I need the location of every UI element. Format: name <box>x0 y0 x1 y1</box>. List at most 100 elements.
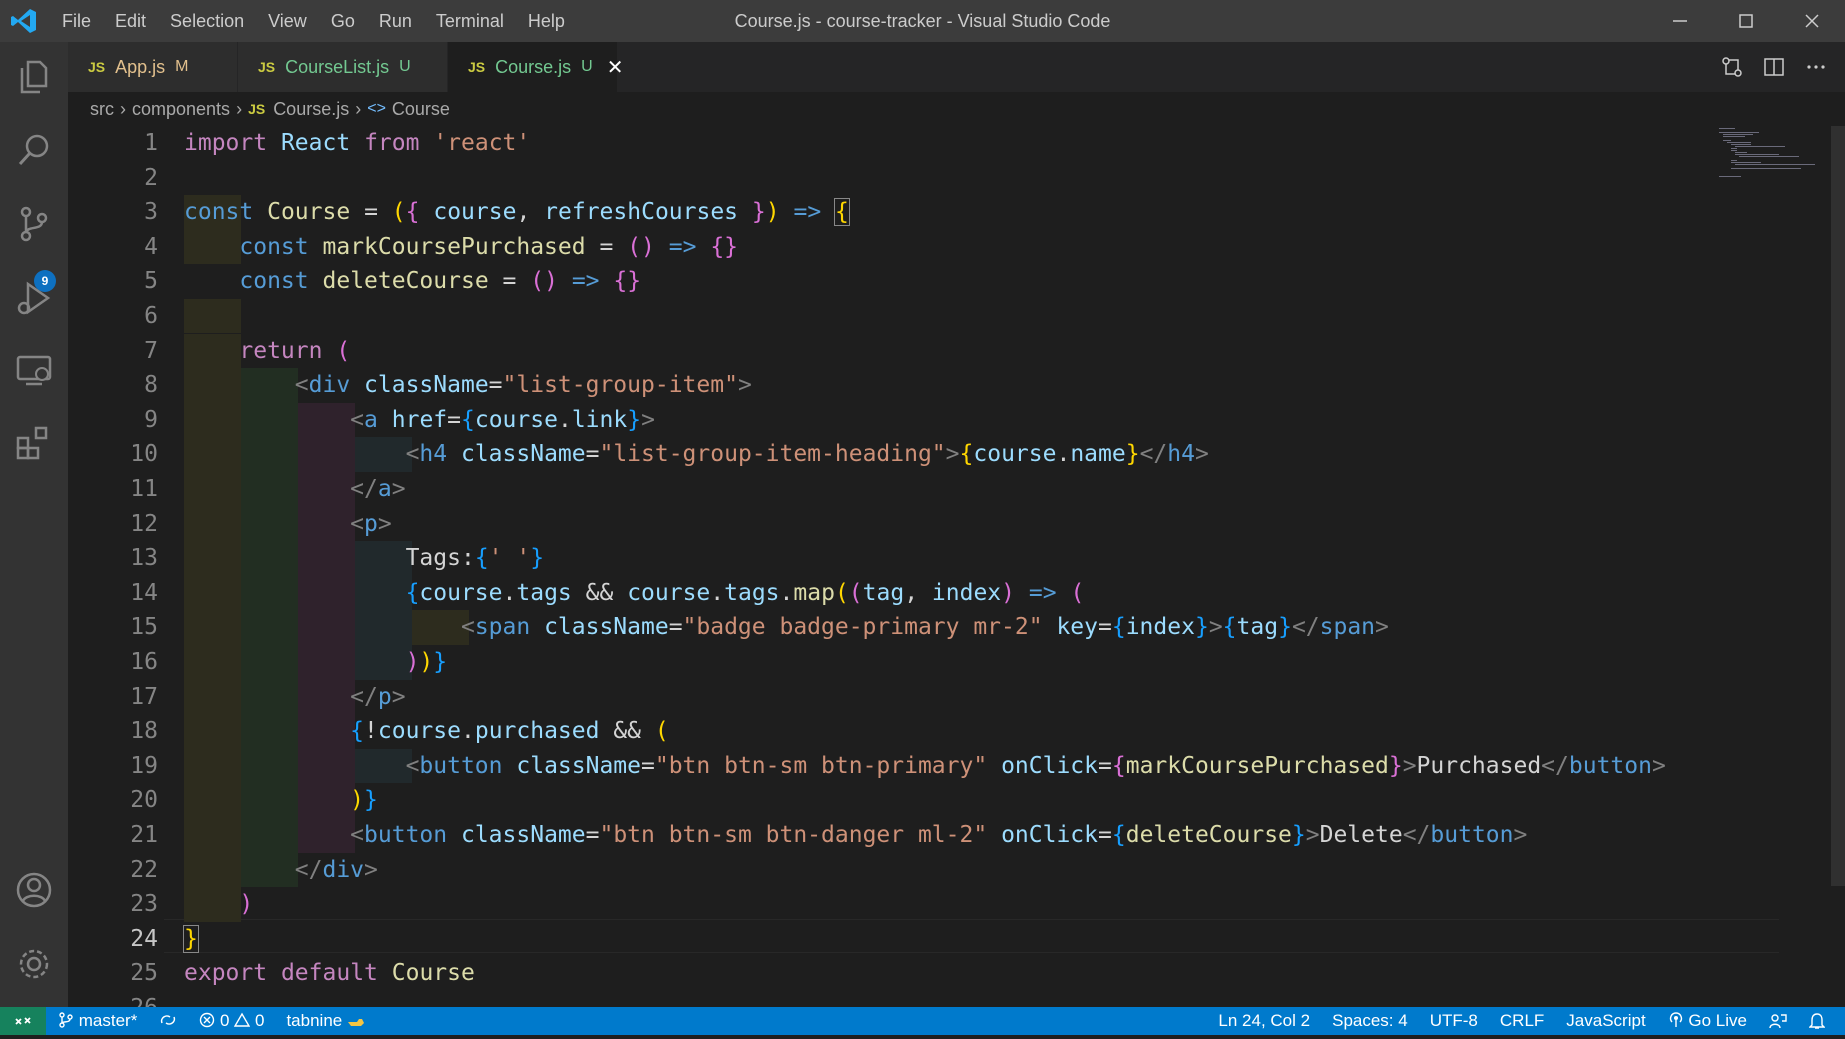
breadcrumb: src › components › JS Course.js › <> Cou… <box>90 92 450 126</box>
chevron-right-icon: › <box>120 99 126 119</box>
code-line-1: import React from 'react' <box>184 130 531 156</box>
line-number: 15 <box>130 614 158 641</box>
js-file-icon: JS <box>88 59 106 75</box>
js-file-icon: JS <box>248 101 266 117</box>
line-number: 20 <box>130 787 158 814</box>
bell-icon[interactable] <box>1809 1012 1825 1030</box>
breadcrumb-file[interactable]: Course.js <box>273 92 349 126</box>
code-line-18: {!course.purchased && ( <box>350 718 669 745</box>
files-icon <box>20 60 48 94</box>
scrollbar-thumb[interactable] <box>1831 126 1845 886</box>
line-number: 21 <box>130 822 158 848</box>
error-count: 0 <box>220 1011 230 1030</box>
window-controls <box>1647 0 1845 42</box>
tab-label: CourseList.js <box>285 56 390 77</box>
code-line-23: ) <box>239 891 254 918</box>
cursor-position[interactable]: Ln 24, Col 2 <box>1218 1007 1310 1035</box>
line-number: 23 <box>130 891 158 918</box>
line-number: 18 <box>130 718 158 745</box>
explorer-button[interactable] <box>14 56 54 96</box>
line-number: 8 <box>144 372 158 399</box>
menu-terminal[interactable]: Terminal <box>424 0 516 42</box>
sync-icon <box>161 1015 176 1025</box>
broadcast-icon <box>1669 1012 1682 1027</box>
close-window-button[interactable] <box>1779 0 1845 42</box>
chevron-right-icon: › <box>355 99 362 119</box>
code-line-25: export default Course <box>184 960 475 987</box>
problems-button[interactable]: 0 0 <box>199 1007 264 1035</box>
menu-file[interactable]: File <box>50 0 103 42</box>
breadcrumb-src[interactable]: src <box>90 92 114 126</box>
encoding[interactable]: UTF-8 <box>1430 1007 1478 1035</box>
end-of-line[interactable]: CRLF <box>1500 1007 1544 1035</box>
line-number: 13 <box>130 545 158 572</box>
code-line-5: const deleteCourse = () => {} <box>239 268 642 295</box>
tab-label: App.js <box>115 56 166 77</box>
code-line-13: Tags:{' '} <box>405 545 545 572</box>
open-changes-icon[interactable] <box>1721 56 1743 78</box>
search-button[interactable] <box>14 130 54 170</box>
breadcrumb-symbol[interactable]: Course <box>392 92 450 126</box>
menu-go[interactable]: Go <box>319 0 367 42</box>
code-editor[interactable]: 1 2 3 4 5 6 7 8 9 10 11 12 13 14 15 16 17 18 19 20 21 22 23 24 2… <box>68 126 1845 1007</box>
code-line-14: {course.tags && course.tags.map((tag, in… <box>405 579 1085 606</box>
breadcrumb-components[interactable]: components <box>132 92 230 126</box>
more-actions-icon[interactable] <box>1805 56 1827 78</box>
run-debug-button[interactable] <box>14 278 54 318</box>
feedback-icon[interactable] <box>1769 1012 1787 1030</box>
close-icon <box>1805 14 1819 28</box>
code-line-22: </div> <box>294 856 378 883</box>
tab-git-status: U <box>581 58 593 75</box>
indentation[interactable]: Spaces: 4 <box>1332 1007 1408 1035</box>
remote-explorer-button[interactable] <box>14 350 54 390</box>
source-control-button[interactable] <box>14 204 54 244</box>
remote-indicator-button[interactable] <box>0 1007 46 1035</box>
search-icon <box>18 134 49 166</box>
accounts-button[interactable] <box>14 870 54 910</box>
sync-button[interactable] <box>159 1007 177 1035</box>
extensions-button[interactable] <box>14 424 54 464</box>
menu-view[interactable]: View <box>256 0 319 42</box>
line-number: 26 <box>68 991 158 1007</box>
split-editor-icon[interactable] <box>1763 56 1785 78</box>
manage-button[interactable] <box>14 944 54 984</box>
minimap[interactable] <box>1717 126 1827 186</box>
code-line-11: </a> <box>350 476 406 502</box>
line-number: 17 <box>130 683 158 710</box>
tab-courselist-js[interactable]: JS CourseList.js U <box>238 42 448 92</box>
code-line-20: )} <box>350 787 378 814</box>
tab-close-icon[interactable]: ✕ <box>607 55 624 80</box>
code-line-24: } <box>183 924 199 953</box>
tab-app-js[interactable]: JS App.js M <box>68 42 238 92</box>
line-number: 19 <box>130 752 158 779</box>
git-branch-button[interactable]: master* <box>58 1007 137 1035</box>
menu-edit[interactable]: Edit <box>103 0 158 42</box>
line-number: 3 <box>144 199 158 226</box>
code-line-3: const Course = ({ course, refreshCourses… <box>184 198 850 227</box>
menu-run[interactable]: Run <box>367 0 424 42</box>
tab-label: Course.js <box>495 56 572 77</box>
go-live-label: Go Live <box>1688 1011 1747 1030</box>
code-line-16: ))} <box>405 649 448 675</box>
line-number: 9 <box>144 406 158 433</box>
maximize-icon <box>1739 14 1753 28</box>
line-number: 12 <box>130 510 158 537</box>
vscode-logo-icon[interactable] <box>10 7 38 35</box>
tabnine-button[interactable]: tabnine <box>286 1007 365 1035</box>
tab-course-js[interactable]: JS Course.js U ✕ <box>448 42 623 92</box>
minimize-button[interactable] <box>1647 0 1713 42</box>
warning-count: 0 <box>254 1011 265 1030</box>
code-line-12: <p> <box>350 510 392 537</box>
remote-explorer-icon <box>16 355 52 386</box>
line-number: 24 <box>130 925 158 952</box>
gear-icon <box>19 949 49 979</box>
menu-help[interactable]: Help <box>516 0 577 42</box>
menu-selection[interactable]: Selection <box>158 0 256 42</box>
code-line-17: </p> <box>350 683 406 710</box>
tab-git-status: U <box>399 58 411 75</box>
go-live-button[interactable]: Go Live <box>1668 1007 1747 1035</box>
language-mode[interactable]: JavaScript <box>1566 1007 1645 1035</box>
maximize-button[interactable] <box>1713 0 1779 42</box>
run-debug-icon <box>17 281 51 315</box>
line-number: 1 <box>144 130 158 156</box>
